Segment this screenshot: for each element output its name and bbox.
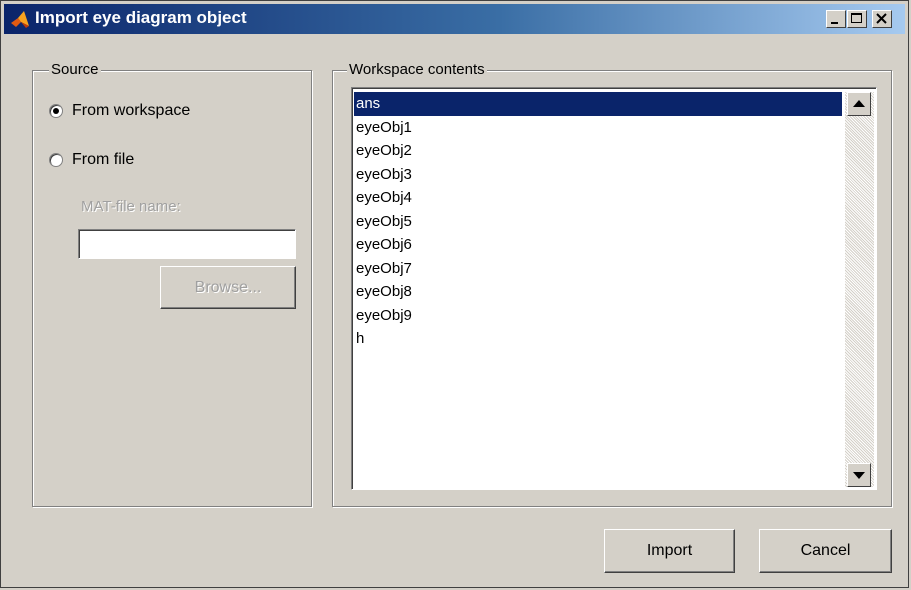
list-item[interactable]: h: [354, 327, 842, 351]
import-button[interactable]: Import: [604, 529, 735, 573]
list-item[interactable]: eyeObj6: [354, 233, 842, 257]
mat-file-name-label: MAT-file name:: [81, 198, 181, 215]
window-title: Import eye diagram object: [35, 8, 247, 27]
list-item[interactable]: eyeObj2: [354, 139, 842, 163]
list-item[interactable]: eyeObj8: [354, 280, 842, 304]
workspace-listbox[interactable]: ans eyeObj1 eyeObj2 eyeObj3 eyeObj4 eyeO…: [351, 87, 877, 490]
workspace-contents-legend: Workspace contents: [347, 61, 487, 79]
maximize-icon: [851, 13, 862, 23]
scroll-up-button[interactable]: [847, 92, 871, 116]
list-item[interactable]: eyeObj1: [354, 116, 842, 140]
scroll-up-arrow-icon: [853, 100, 865, 107]
maximize-button[interactable]: [847, 10, 867, 28]
scroll-down-arrow-icon: [853, 472, 865, 479]
vertical-scrollbar[interactable]: [845, 92, 874, 487]
list-item[interactable]: eyeObj5: [354, 210, 842, 234]
from-file-radio[interactable]: From file: [49, 149, 134, 171]
import-dialog-window: Import eye diagram object Source From wo…: [0, 0, 909, 588]
close-button[interactable]: [872, 10, 892, 28]
radio-button-icon[interactable]: [49, 153, 63, 167]
list-item[interactable]: eyeObj4: [354, 186, 842, 210]
from-workspace-label: From workspace: [72, 102, 191, 119]
list-item[interactable]: eyeObj9: [354, 304, 842, 328]
minimize-button[interactable]: [826, 10, 846, 28]
workspace-list: ans eyeObj1 eyeObj2 eyeObj3 eyeObj4 eyeO…: [354, 92, 842, 351]
close-icon: [876, 13, 887, 24]
minimize-icon: [831, 22, 838, 24]
browse-button[interactable]: Browse...: [160, 266, 296, 309]
source-legend: Source: [49, 61, 101, 79]
list-item[interactable]: ans: [354, 92, 842, 116]
scroll-down-button[interactable]: [847, 463, 871, 487]
cancel-button[interactable]: Cancel: [759, 529, 892, 573]
radio-button-icon[interactable]: [49, 104, 63, 118]
matlab-logo-icon: [10, 10, 30, 30]
list-item[interactable]: eyeObj7: [354, 257, 842, 281]
from-file-label: From file: [72, 151, 135, 168]
from-workspace-radio[interactable]: From workspace: [49, 100, 190, 122]
title-bar[interactable]: Import eye diagram object: [4, 4, 905, 34]
mat-file-name-input[interactable]: [78, 229, 296, 259]
list-item[interactable]: eyeObj3: [354, 163, 842, 187]
